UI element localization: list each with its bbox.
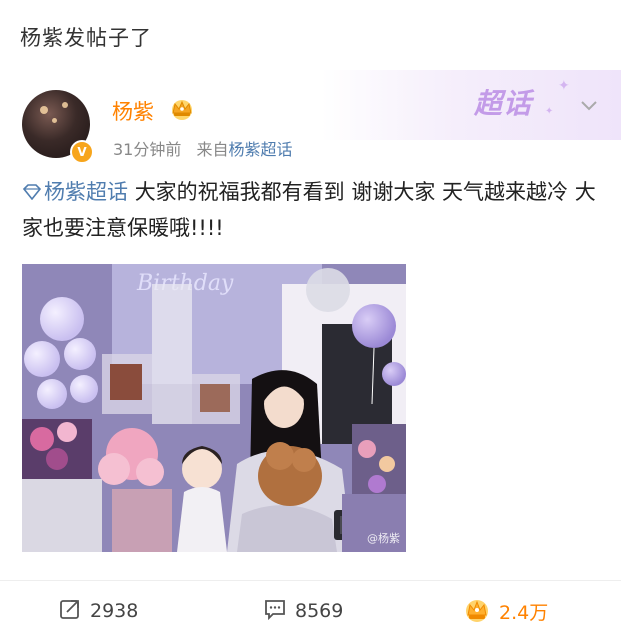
image-watermark: @杨紫 <box>367 532 400 545</box>
post-source: 来自杨紫超话 <box>196 140 292 159</box>
post-image[interactable]: Birthday @杨紫 <box>22 264 406 552</box>
action-bar: 2938 8569 2.4万 <box>0 580 621 640</box>
page-title: 杨紫发帖子了 <box>0 0 621 70</box>
super-topic-banner <box>321 70 621 140</box>
like-button[interactable]: 2.4万 <box>463 597 549 624</box>
repost-button[interactable]: 2938 <box>58 597 138 623</box>
verified-badge-icon: V <box>70 140 94 164</box>
sparkle-icon: ✦ <box>545 106 554 117</box>
sparkle-icon: ✦ <box>558 78 570 94</box>
topic-name[interactable]: 杨紫超话 <box>44 180 128 204</box>
chevron-down-icon[interactable] <box>578 94 600 116</box>
source-link[interactable]: 杨紫超话 <box>228 140 292 159</box>
author-name[interactable]: 杨紫 <box>112 96 154 126</box>
repost-icon <box>60 600 79 619</box>
page: 杨紫发帖子了 超话 ✦ ✦ V 杨紫 31分钟前 来自杨紫超话 杨紫超话 大家的… <box>0 0 621 640</box>
post-body: 杨紫超话 大家的祝福我都有看到 谢谢大家 天气越来越冷 大家也要注意保暖哦!!!… <box>22 174 600 246</box>
birthday-photo: Birthday <box>22 264 406 552</box>
source-prefix: 来自 <box>196 140 229 159</box>
crown-icon[interactable] <box>168 97 196 121</box>
like-thumb-icon <box>466 600 488 622</box>
super-topic-diamond-icon <box>22 184 42 200</box>
post-meta: 31分钟前 来自杨紫超话 <box>113 136 293 160</box>
super-topic-logo[interactable]: 超话 <box>474 82 532 122</box>
post-time: 31分钟前 <box>113 140 182 159</box>
comment-button[interactable]: 8569 <box>263 597 343 623</box>
topic-link[interactable]: 杨紫超话 <box>22 180 128 204</box>
comment-count: 8569 <box>295 600 344 622</box>
like-count: 2.4万 <box>499 602 549 624</box>
post-card[interactable]: 超话 ✦ ✦ V 杨紫 31分钟前 来自杨紫超话 杨紫超话 大家的祝福我都有看到… <box>0 70 621 640</box>
comment-icon <box>265 600 285 621</box>
repost-count: 2938 <box>90 600 139 622</box>
